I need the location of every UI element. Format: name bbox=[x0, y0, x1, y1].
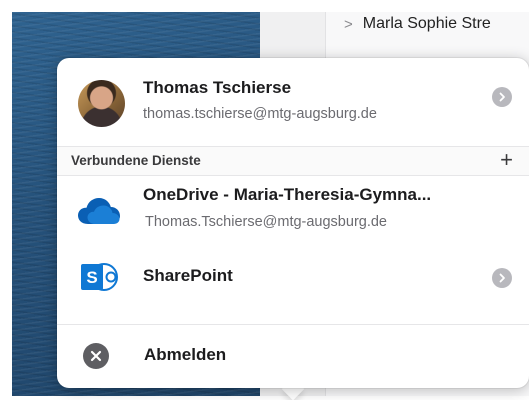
service-row-sharepoint[interactable]: S SharePoint bbox=[57, 246, 529, 306]
add-service-button[interactable]: + bbox=[500, 149, 513, 171]
sharepoint-icon: S bbox=[79, 260, 125, 299]
list-item-label: Marla Sophie Stre bbox=[362, 15, 491, 32]
section-header: Verbundene Dienste + bbox=[57, 146, 529, 176]
onedrive-cloud-icon bbox=[75, 195, 123, 232]
service-row-onedrive[interactable]: OneDrive - Maria-Theresia-Gymna... Thoma… bbox=[57, 175, 529, 243]
service-title: SharePoint bbox=[143, 266, 233, 285]
account-popover: Thomas Tschierse thomas.tschierse@mtg-au… bbox=[57, 58, 529, 388]
account-email: thomas.tschierse@mtg-augsburg.de bbox=[143, 106, 377, 122]
list-item[interactable]: > Marla Sophie Stre bbox=[344, 13, 491, 35]
chevron-right-icon: > bbox=[344, 15, 353, 33]
logout-label: Abmelden bbox=[144, 345, 227, 364]
logout-button[interactable]: Abmelden bbox=[57, 325, 529, 388]
service-details-button[interactable] bbox=[492, 268, 512, 288]
close-circle-icon bbox=[83, 343, 109, 369]
account-details-button[interactable] bbox=[492, 87, 512, 107]
account-row[interactable]: Thomas Tschierse thomas.tschierse@mtg-au… bbox=[57, 58, 529, 146]
chevron-right-icon bbox=[499, 273, 505, 283]
avatar bbox=[78, 80, 125, 127]
service-title: OneDrive - Maria-Theresia-Gymna... bbox=[143, 185, 432, 204]
svg-text:S: S bbox=[86, 268, 97, 287]
section-title: Verbundene Dienste bbox=[71, 153, 201, 168]
chevron-right-icon bbox=[499, 92, 505, 102]
service-subtitle: Thomas.Tschierse@mtg-augsburg.de bbox=[145, 214, 387, 230]
account-name: Thomas Tschierse bbox=[143, 78, 292, 97]
